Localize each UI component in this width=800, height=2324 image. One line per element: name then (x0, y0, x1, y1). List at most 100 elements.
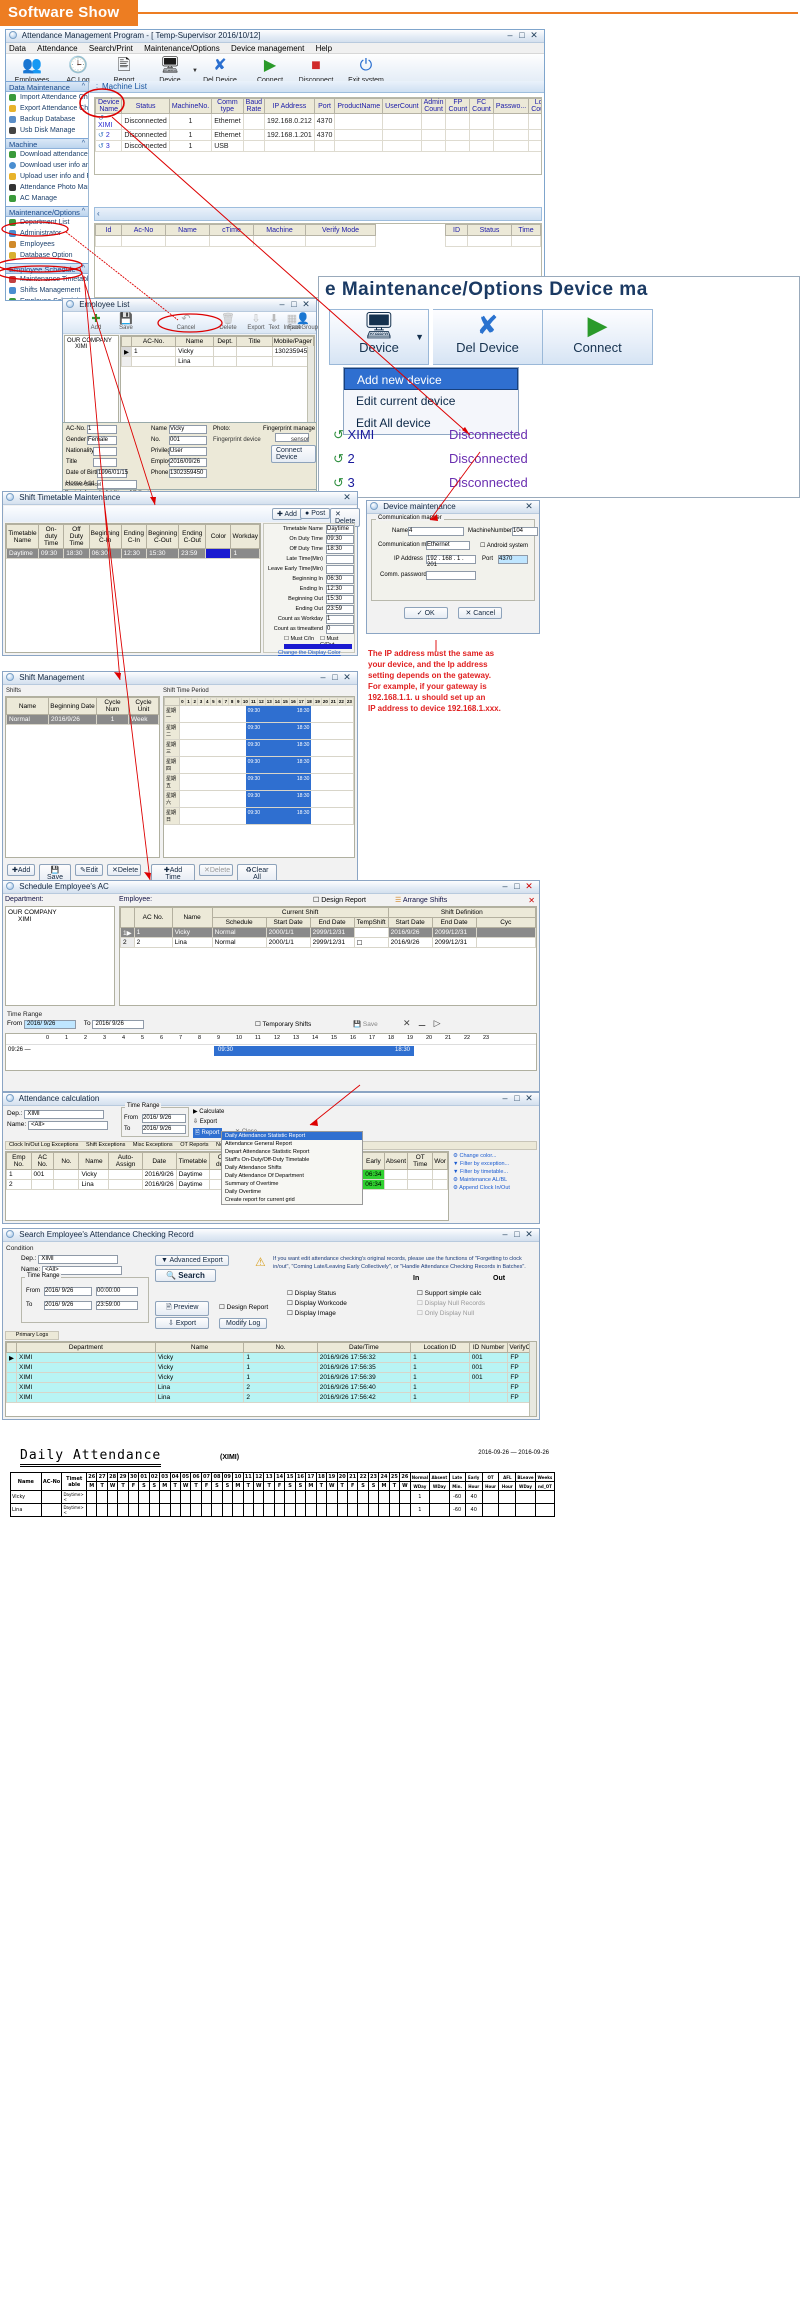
col-name[interactable]: Name (78, 1152, 110, 1170)
chevron-down-icon[interactable]: ▼ (415, 332, 424, 342)
table-row[interactable]: XIMI Vicky 1 2016/9/26 17:56:35 1 001 FP (6, 1362, 536, 1373)
export-button[interactable]: ⇩ Export (155, 1317, 210, 1329)
col-tempshift[interactable]: TempShift (353, 917, 389, 928)
col-name[interactable]: Name (154, 1342, 245, 1353)
field-comm-password[interactable] (426, 571, 476, 580)
col-end-cin[interactable]: Ending C-In (120, 524, 148, 549)
maximize-icon[interactable]: □ (513, 1093, 525, 1103)
col-schedule[interactable]: Schedule (211, 917, 267, 928)
col-status[interactable]: Status (121, 98, 170, 114)
field-port[interactable]: 4370 (498, 555, 528, 564)
checkbox-design-report[interactable]: ☐ Design Report (219, 1303, 268, 1311)
col-def-end-date[interactable]: End Date (431, 917, 477, 928)
table-row[interactable]: ↺ XIMI Disconnected 1 Ethernet 192.168.0… (95, 113, 541, 130)
col-fp-count[interactable]: FP Count (445, 98, 471, 114)
col-auto-assign[interactable]: Auto-Assign (108, 1152, 143, 1170)
change-display-color-link[interactable]: Change the Display Color (278, 650, 341, 656)
chevron-up-icon[interactable]: ^ (82, 265, 85, 272)
link-filter-by-timetable[interactable]: ▼ Filter by timetable... (453, 1169, 535, 1175)
col-no[interactable]: No. (243, 1342, 318, 1353)
window-controls[interactable]: ✕ (525, 501, 537, 512)
col-emp-no[interactable]: Emp No. (6, 1152, 32, 1170)
timeline-shift-bar[interactable]: 09:30 18:30 (214, 1046, 414, 1056)
menu-attendance[interactable]: Attendance (37, 43, 77, 54)
minimize-icon[interactable]: – (278, 299, 290, 309)
close-icon[interactable]: ✕ (530, 30, 542, 41)
field-machine-number[interactable]: 104 (512, 527, 538, 536)
connect-device-button[interactable]: Connect Device (271, 445, 316, 463)
chevron-up-icon[interactable]: ^ (82, 83, 85, 90)
device-context-menu[interactable]: Add new device Edit current device Edit … (343, 367, 519, 435)
col-early[interactable]: Early (362, 1152, 385, 1170)
col-title[interactable]: Title (236, 336, 273, 347)
table-row[interactable]: XIMI Lina 2 2016/9/26 17:56:40 1 FP (6, 1382, 536, 1393)
col-beg-cin[interactable]: Beginning C-In (88, 524, 122, 549)
table-row[interactable]: ▶ 1 Vicky 1302359450 (121, 346, 314, 357)
sidebar-item-download-attendance-logs[interactable]: Download attendance logs (6, 149, 88, 160)
link-maintenance-al-bl[interactable]: ⚙ Maintenance AL/BL (453, 1177, 535, 1183)
field-dep[interactable]: XIMI (38, 1255, 119, 1264)
col-date[interactable]: Date (141, 1152, 177, 1170)
sidebar-item-database-option[interactable]: Database Option (6, 250, 88, 261)
radio-sensor[interactable]: sensor (291, 437, 309, 443)
maximize-icon[interactable]: □ (513, 1229, 525, 1239)
col-department[interactable]: Department (16, 1342, 156, 1353)
close-icon[interactable]: ✕ (525, 501, 537, 512)
col-ac-no[interactable]: AC-No. (130, 336, 177, 347)
col-ot-time[interactable]: OT Time (407, 1152, 434, 1170)
field-device-name[interactable]: 4 (408, 527, 464, 536)
field-beginning-out[interactable]: 15:30 (326, 595, 354, 604)
sidebar-item-administrator[interactable]: Administrator (6, 228, 88, 239)
logs-scrollbar[interactable] (529, 1342, 536, 1416)
col-status2[interactable]: Status (467, 224, 512, 236)
sidebar-header-maintenance-options[interactable]: Maintenance/Options ^ (6, 206, 88, 217)
sidebar-item-upload-user-info[interactable]: Upload user info and FP (6, 171, 88, 182)
field-dob[interactable]: 1996/01/15 (97, 469, 128, 478)
field-nationality[interactable] (93, 447, 117, 456)
window-controls[interactable]: – □ ✕ (501, 1229, 537, 1240)
window-controls[interactable]: – □ ✕ (506, 30, 542, 41)
col-ac-no[interactable]: AC No. (133, 907, 173, 928)
sidebar-item-employees[interactable]: Employees (6, 239, 88, 250)
close-icon[interactable]: ✕ (343, 492, 355, 503)
window-controls[interactable]: – □ ✕ (278, 299, 314, 310)
col-name[interactable]: Name (171, 907, 213, 928)
tab-shift-exceptions[interactable]: Shift Exceptions (83, 1142, 128, 1148)
field-ac-no[interactable]: 1 (87, 425, 117, 434)
emp-facegroup-button[interactable]: 👤 FaceGroup (285, 313, 321, 331)
shift-add-button[interactable]: ✚Add (7, 864, 35, 876)
sidebar-item-export-attendance[interactable]: Export Attendance Checking Data (6, 103, 88, 114)
log-splitter-bar[interactable]: ‹ (94, 207, 542, 221)
col-ac-no[interactable]: Ac-No (121, 224, 166, 236)
field-to-date[interactable]: 2016/ 9/26 (44, 1301, 92, 1310)
link-filter-by-exception[interactable]: ▼ Filter by exception... (453, 1161, 535, 1167)
sidebar-item-shifts-management[interactable]: Shifts Management (6, 285, 88, 296)
col-end-date[interactable]: End Date (309, 917, 355, 928)
table-row[interactable]: 2 2 Lina Normal 2000/1/1 2999/12/31 ☐ 20… (120, 937, 536, 948)
col-name[interactable]: Name (175, 336, 214, 347)
col-cycle-unit[interactable]: Cycle Unit (128, 697, 159, 715)
minimize-icon[interactable]: – (501, 1229, 513, 1239)
col-comm-type[interactable]: Comm type (211, 98, 244, 114)
checkbox-display-null-records[interactable]: ☐ Display Null Records (417, 1299, 485, 1307)
minimize-icon[interactable]: – (319, 672, 331, 682)
machine-list-tab[interactable]: ⋮ Machine List (90, 81, 544, 93)
maximize-icon[interactable]: □ (513, 881, 525, 891)
col-end-cout[interactable]: Ending C-Out (178, 524, 207, 549)
col-wor[interactable]: Wor (432, 1152, 448, 1170)
zoom-connect-button[interactable]: ▶ Connect (543, 309, 653, 365)
col-def-start-date[interactable]: Start Date (387, 917, 433, 928)
col-name[interactable]: Name (165, 224, 210, 236)
col-verify-mode[interactable]: Verify Mode (305, 224, 376, 236)
field-count-workday[interactable]: 1 (326, 615, 354, 624)
col-id[interactable]: Id (95, 224, 122, 236)
table-row[interactable]: ▶ XIMI Vicky 1 2016/9/26 17:56:32 1 001 FP (6, 1352, 536, 1363)
chevron-up-icon[interactable]: ^ (82, 140, 85, 147)
sidebar-item-attendance-photo[interactable]: Attendance Photo Management (6, 182, 88, 193)
col-ctime[interactable]: cTime (209, 224, 254, 236)
zoom-device-button[interactable]: 🖥 Device ▼ (329, 309, 429, 365)
col-id-number[interactable]: ID Number (468, 1342, 509, 1353)
table-row[interactable]: XIMI Vicky 1 2016/9/26 17:56:39 1 001 FP (6, 1372, 536, 1383)
col-timetable-name[interactable]: Timetable Name (6, 524, 39, 549)
menu-item-edit-current-device[interactable]: Edit current device (344, 390, 518, 412)
